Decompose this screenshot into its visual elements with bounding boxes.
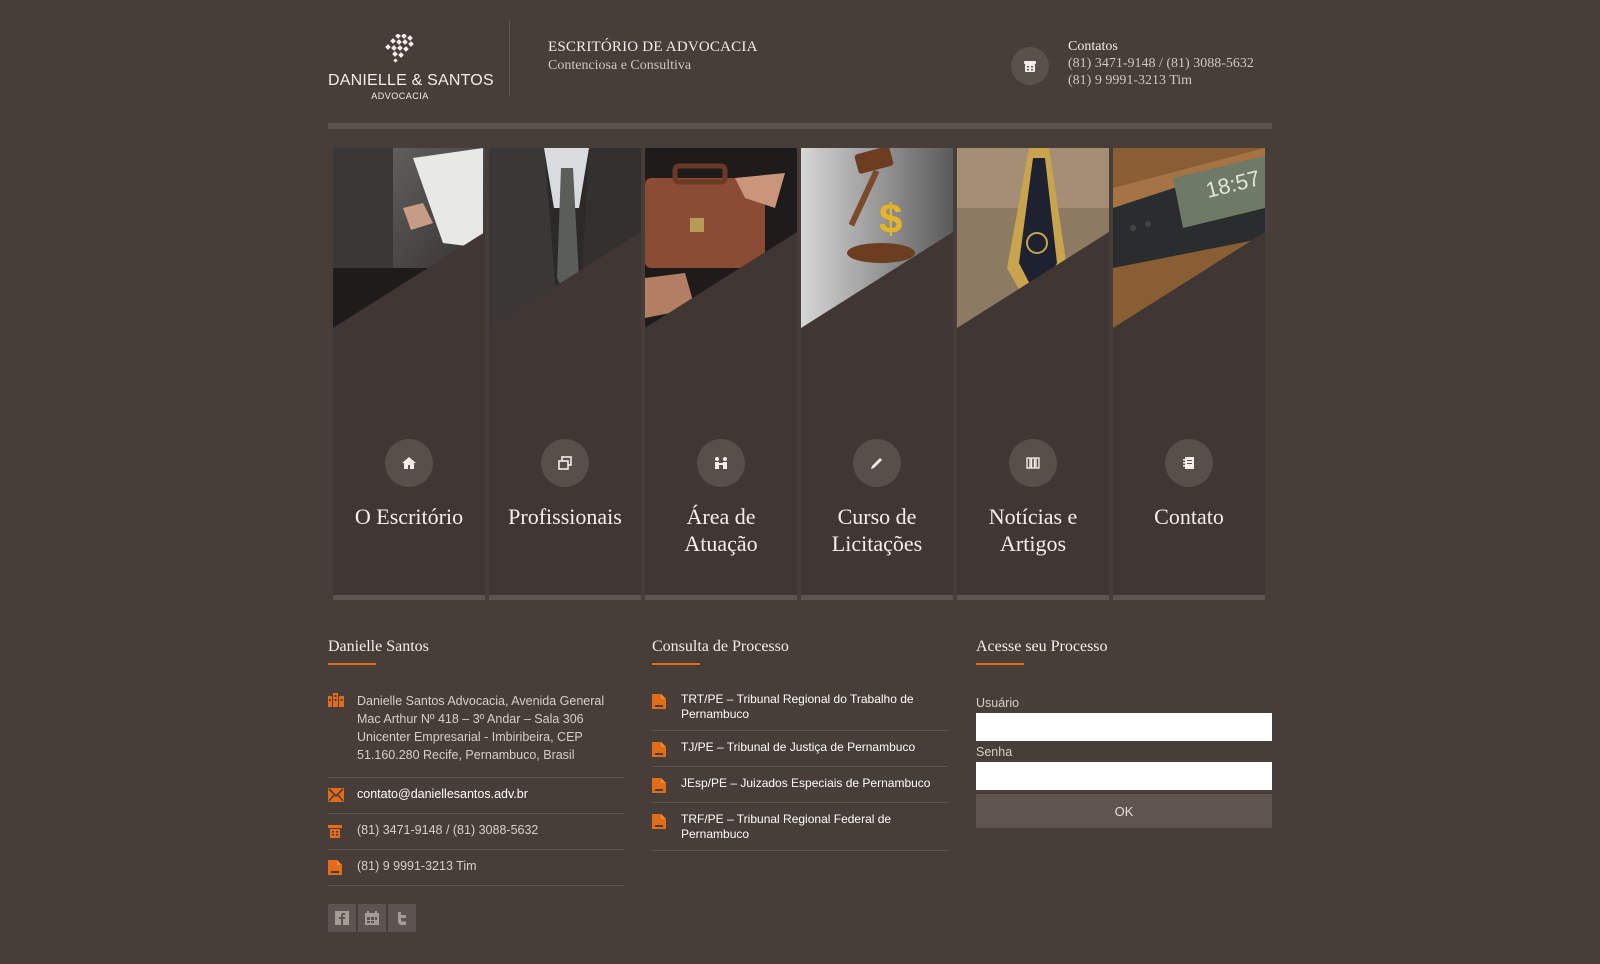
tagline-subtitle: Contenciosa e Consultiva <box>548 58 692 73</box>
tagline-title: ESCRITÓRIO DE ADVOCACIA <box>548 39 758 55</box>
tile-label: Contato <box>1154 504 1224 529</box>
about-column: Danielle Santos <box>328 638 429 665</box>
tile-diagonal <box>645 232 797 328</box>
tile-label: Notícias e Artigos <box>988 504 1078 556</box>
header-divider <box>509 20 510 96</box>
consulta-links: TRT/PE – Tribunal Regional do Trabalho d… <box>652 692 948 851</box>
about-title: Danielle Santos <box>328 638 429 655</box>
tagline: ESCRITÓRIO DE ADVOCACIA Contenciosa e Co… <box>548 39 758 74</box>
user-label: Usuário <box>976 696 1020 710</box>
tile-bottom-bar <box>645 595 797 600</box>
building-icon <box>328 693 344 707</box>
logo-name: DANIELLE & SANTOS <box>328 72 494 89</box>
contacts-mobile: (81) 9 9991-3213 Tim <box>1068 73 1193 88</box>
link-trt-pe[interactable]: TRT/PE – Tribunal Regional do Trabalho d… <box>652 692 948 731</box>
phone-text: (81) 3471-9148 / (81) 3088-5632 <box>357 823 539 837</box>
mobile-text: (81) 9 9991-3213 Tim <box>357 859 477 873</box>
document-icon <box>652 778 666 793</box>
tile-diagonal <box>333 232 485 328</box>
logo[interactable]: DANIELLE & SANTOS ADVOCACIA <box>328 34 494 106</box>
header-bar <box>328 123 1272 129</box>
document-icon <box>652 742 666 757</box>
document-icon <box>328 860 342 875</box>
link-tj-pe[interactable]: TJ/PE – Tribunal de Justiça de Pernambuc… <box>652 740 948 767</box>
tile-diagonal <box>489 232 641 328</box>
tile-label: Área de Atuação <box>684 504 758 556</box>
nav-tile-escritorio[interactable]: O Escritório <box>333 148 485 600</box>
contacts-phone: (81) 3471-9148 / (81) 3088-5632 <box>1068 56 1254 71</box>
social-links <box>328 904 416 932</box>
tile-bottom-bar <box>957 595 1109 600</box>
nav-tile-area-de-atuacao[interactable]: Área de Atuação <box>645 148 797 600</box>
tile-bottom-bar <box>333 595 485 600</box>
logo-subtitle: ADVOCACIA <box>371 91 429 101</box>
contacts-title: Contatos <box>1068 39 1118 54</box>
tile-diagonal <box>1113 232 1265 328</box>
password-label: Senha <box>976 745 1013 759</box>
address-row: Danielle Santos Advocacia, Avenida Gener… <box>328 692 624 778</box>
tile-bottom-bar <box>1113 595 1265 600</box>
nav-tile-contato[interactable]: 18:57 Contato <box>1113 148 1265 600</box>
title-underline <box>976 663 1024 665</box>
consulta-title: Consulta de Processo <box>652 638 789 655</box>
email-icon <box>328 788 344 802</box>
nav-tile-noticias-e-artigos[interactable]: Notícias e Artigos <box>957 148 1109 600</box>
twitter-icon[interactable] <box>388 904 416 932</box>
user-input[interactable] <box>976 713 1272 741</box>
login-title: Acesse seu Processo <box>976 638 1108 655</box>
phone-row: (81) 3471-9148 / (81) 3088-5632 <box>328 823 624 850</box>
nav-tiles: O Escritório Profissionais Área de Atuaç… <box>333 148 1267 600</box>
people-icon <box>697 439 745 487</box>
books-icon <box>1009 439 1057 487</box>
title-underline <box>652 663 700 665</box>
nav-tile-profissionais[interactable]: Profissionais <box>489 148 641 600</box>
email-row[interactable]: contato@daniellesantos.adv.br <box>328 787 624 814</box>
windows-icon <box>541 439 589 487</box>
tile-label: Profissionais <box>508 504 622 529</box>
header-contacts: Contatos (81) 3471-9148 / (81) 3088-5632… <box>1068 39 1254 89</box>
page-container: DANIELLE & SANTOS ADVOCACIA ESCRITÓRIO D… <box>328 0 1272 964</box>
login-form: Usuário Senha OK <box>976 696 1272 828</box>
link-trf-pe[interactable]: TRF/PE – Tribunal Regional Federal de Pe… <box>652 812 948 851</box>
tile-bottom-bar <box>489 595 641 600</box>
login-column: Acesse seu Processo <box>976 638 1108 665</box>
link-jesp-pe[interactable]: JEsp/PE – Juizados Especiais de Pernambu… <box>652 776 948 803</box>
tile-bottom-bar <box>801 595 953 600</box>
notebook-icon <box>1165 439 1213 487</box>
document-icon <box>652 694 666 709</box>
password-input[interactable] <box>976 762 1272 790</box>
about-info: Danielle Santos Advocacia, Avenida Gener… <box>328 692 624 886</box>
facebook-icon[interactable] <box>328 904 356 932</box>
title-underline <box>328 663 376 665</box>
ok-button[interactable]: OK <box>976 794 1272 828</box>
document-icon <box>652 814 666 829</box>
calendar-icon[interactable] <box>358 904 386 932</box>
tile-diagonal <box>957 232 1109 328</box>
home-icon <box>385 439 433 487</box>
tile-diagonal <box>801 232 953 328</box>
logo-mark-icon <box>385 34 414 63</box>
email-link[interactable]: contato@daniellesantos.adv.br <box>357 787 528 801</box>
phone-icon <box>1011 47 1049 85</box>
consulta-column: Consulta de Processo <box>652 638 789 665</box>
phone-icon <box>328 825 342 838</box>
tile-label: Curso de Licitações <box>831 504 923 556</box>
tile-label: O Escritório <box>354 504 464 529</box>
edit-icon <box>853 439 901 487</box>
nav-tile-curso-de-licitacoes[interactable]: $ Curso de Licitações <box>801 148 953 600</box>
mobile-row: (81) 9 9991-3213 Tim <box>328 859 624 886</box>
